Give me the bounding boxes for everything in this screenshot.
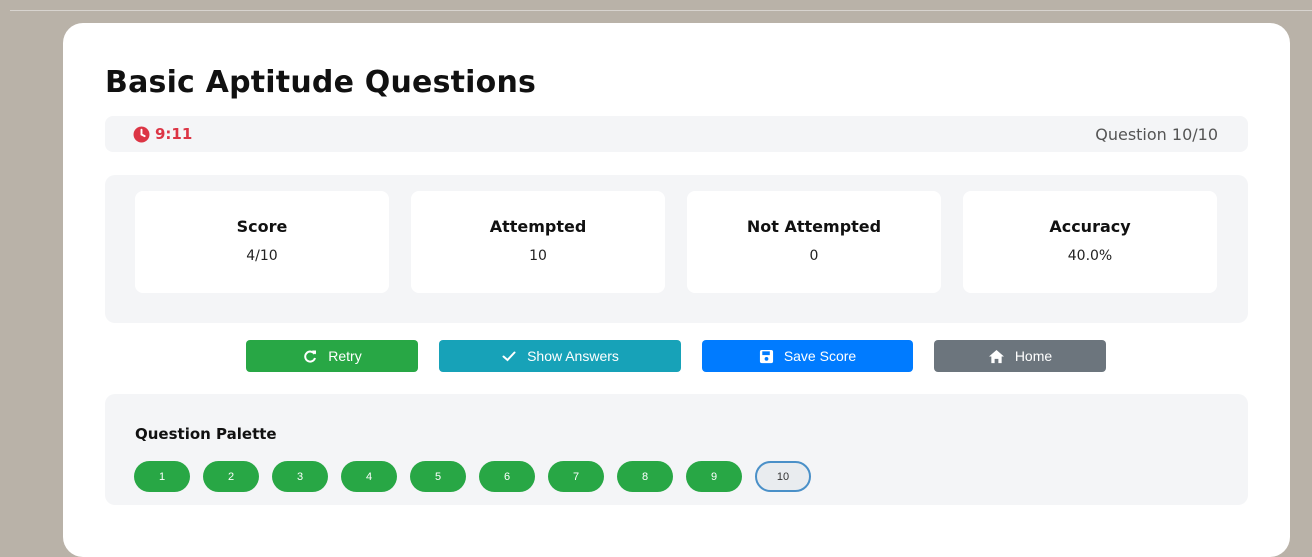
quiz-status-bar: 9:11 Question 10/10 bbox=[105, 116, 1248, 152]
palette-question-button[interactable]: 8 bbox=[617, 461, 673, 492]
stat-card-score: Score 4/10 bbox=[135, 191, 389, 293]
browser-viewport: Basic Aptitude Questions 9:11 Question 1… bbox=[10, 10, 1312, 557]
show-answers-label: Show Answers bbox=[527, 348, 619, 364]
result-stats: Score 4/10 Attempted 10 Not Attempted 0 … bbox=[105, 175, 1248, 323]
home-label: Home bbox=[1014, 348, 1053, 364]
question-counter: Question 10/10 bbox=[1095, 125, 1218, 144]
palette-title: Question Palette bbox=[135, 425, 277, 443]
stat-label: Attempted bbox=[489, 217, 587, 236]
retry-label: Retry bbox=[328, 348, 362, 364]
palette-question-button[interactable]: 6 bbox=[479, 461, 535, 492]
home-button[interactable]: Home bbox=[934, 340, 1106, 372]
redo-icon bbox=[302, 348, 318, 364]
show-answers-button[interactable]: Show Answers bbox=[439, 340, 681, 372]
quiz-result-card: Basic Aptitude Questions 9:11 Question 1… bbox=[63, 23, 1290, 557]
palette-question-button[interactable]: 9 bbox=[686, 461, 742, 492]
timer: 9:11 bbox=[133, 125, 192, 143]
palette-question-button[interactable]: 3 bbox=[272, 461, 328, 492]
palette-question-button[interactable]: 5 bbox=[410, 461, 466, 492]
check-icon bbox=[501, 348, 517, 364]
stat-label: Not Attempted bbox=[746, 217, 882, 236]
palette-question-button[interactable]: 4 bbox=[341, 461, 397, 492]
palette-buttons: 1 2 3 4 5 6 7 8 9 10 bbox=[134, 461, 811, 492]
palette-question-button-current[interactable]: 10 bbox=[755, 461, 811, 492]
retry-button[interactable]: Retry bbox=[246, 340, 418, 372]
save-score-label: Save Score bbox=[783, 348, 857, 364]
palette-question-button[interactable]: 7 bbox=[548, 461, 604, 492]
house-icon bbox=[988, 349, 1005, 364]
palette-question-button[interactable]: 2 bbox=[203, 461, 259, 492]
floppy-disk-icon bbox=[759, 349, 774, 364]
page-title: Basic Aptitude Questions bbox=[105, 65, 537, 100]
stat-value: 40.0% bbox=[1067, 248, 1113, 264]
clock-icon bbox=[133, 126, 150, 143]
question-palette: Question Palette 1 2 3 4 5 6 7 8 9 10 bbox=[105, 394, 1248, 505]
stat-value: 10 bbox=[529, 248, 547, 264]
stat-label: Score bbox=[236, 217, 288, 236]
stat-value: 0 bbox=[809, 248, 819, 264]
stat-value: 4/10 bbox=[246, 248, 278, 264]
timer-value: 9:11 bbox=[155, 125, 193, 143]
stat-card-not-attempted: Not Attempted 0 bbox=[687, 191, 941, 293]
stat-card-attempted: Attempted 10 bbox=[411, 191, 665, 293]
palette-question-button[interactable]: 1 bbox=[134, 461, 190, 492]
stat-label: Accuracy bbox=[1049, 217, 1131, 236]
stat-card-accuracy: Accuracy 40.0% bbox=[963, 191, 1217, 293]
save-score-button[interactable]: Save Score bbox=[702, 340, 913, 372]
